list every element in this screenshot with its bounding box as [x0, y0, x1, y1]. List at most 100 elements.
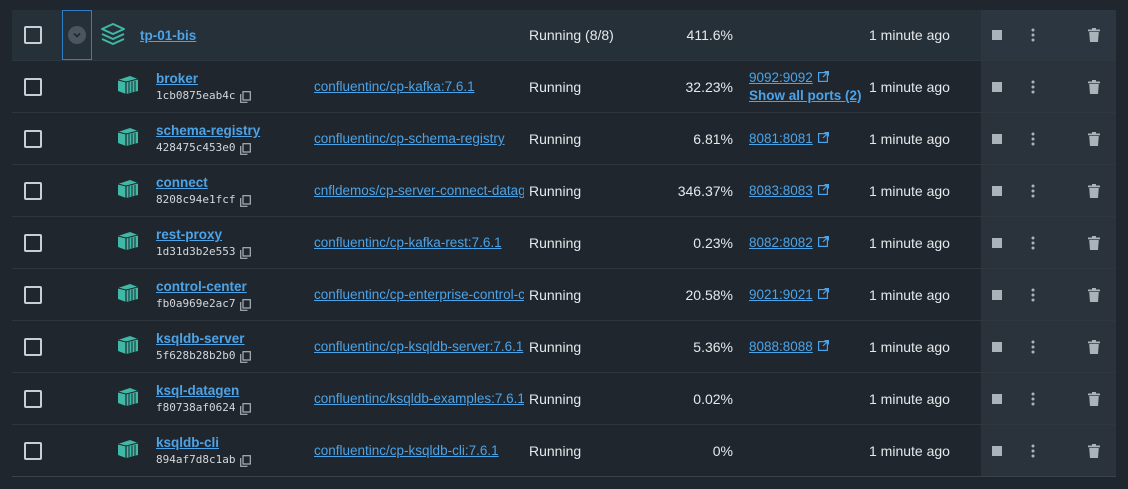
container-row: schema-registry 428475c453e0 confluentin…: [12, 113, 1116, 165]
container-row: ksqldb-cli 894af7d8c1ab confluentinc/cp-…: [12, 425, 1116, 477]
more-vertical-icon[interactable]: [1023, 181, 1043, 201]
copy-icon[interactable]: [240, 194, 252, 207]
stop-icon[interactable]: [987, 129, 1007, 149]
container-cpu: 5.36%: [693, 338, 733, 355]
stop-icon[interactable]: [987, 77, 1007, 97]
container-name-link[interactable]: rest-proxy: [156, 227, 252, 242]
more-vertical-icon[interactable]: [1023, 77, 1043, 97]
image-link[interactable]: confluentinc/cp-enterprise-control-cente…: [314, 287, 524, 302]
more-vertical-icon[interactable]: [1023, 389, 1043, 409]
container-icon: [116, 283, 140, 306]
group-expand-button[interactable]: [62, 10, 92, 60]
image-link[interactable]: confluentinc/cp-ksqldb-server:7.6.1: [314, 339, 524, 354]
copy-icon[interactable]: [240, 402, 252, 415]
more-vertical-icon[interactable]: [1023, 129, 1043, 149]
more-vertical-icon[interactable]: [1023, 233, 1043, 253]
container-cpu: 0.23%: [693, 234, 733, 251]
container-status: Running: [529, 130, 582, 147]
container-select-checkbox[interactable]: [24, 337, 42, 356]
container-select-checkbox[interactable]: [24, 77, 42, 96]
stop-icon[interactable]: [987, 389, 1007, 409]
container-icon: [116, 127, 140, 150]
group-status: Running (8/8): [529, 27, 614, 43]
trash-icon[interactable]: [1084, 389, 1104, 409]
group-last-started: 1 minute ago: [869, 27, 950, 43]
more-vertical-icon[interactable]: [1023, 25, 1043, 45]
image-link[interactable]: cnfldemos/cp-server-connect-datagen: [314, 183, 524, 198]
copy-icon[interactable]: [240, 350, 252, 363]
stop-icon[interactable]: [987, 337, 1007, 357]
more-vertical-icon[interactable]: [1023, 337, 1043, 357]
copy-icon[interactable]: [240, 142, 252, 155]
port-link[interactable]: 9021:9021: [749, 287, 861, 302]
image-link[interactable]: confluentinc/ksqldb-examples:7.6.1: [314, 391, 524, 406]
trash-icon[interactable]: [1084, 441, 1104, 461]
external-link-icon: [817, 131, 829, 146]
port-link[interactable]: 8081:8081: [749, 131, 861, 146]
container-name-link[interactable]: broker: [156, 71, 252, 86]
container-name-link[interactable]: schema-registry: [156, 123, 260, 138]
container-name-link[interactable]: ksql-datagen: [156, 383, 252, 398]
container-select-checkbox[interactable]: [24, 441, 42, 460]
image-link[interactable]: confluentinc/cp-schema-registry: [314, 131, 524, 146]
ports-cell: 8083:8083: [749, 183, 861, 198]
external-link-icon: [817, 287, 829, 302]
container-icon: [116, 75, 140, 98]
trash-icon[interactable]: [1084, 25, 1104, 45]
container-select-checkbox[interactable]: [24, 233, 42, 252]
trash-icon[interactable]: [1084, 77, 1104, 97]
container-icon: [116, 179, 140, 202]
container-cpu: 6.81%: [693, 130, 733, 147]
container-select-checkbox[interactable]: [24, 285, 42, 304]
container-row: control-center fb0a969e2ac7 confluentinc…: [12, 269, 1116, 321]
container-name-link[interactable]: control-center: [156, 279, 252, 294]
trash-icon[interactable]: [1084, 337, 1104, 357]
container-name-link[interactable]: ksqldb-server: [156, 331, 252, 346]
container-last-started: 1 minute ago: [869, 442, 950, 459]
container-id: 428475c453e0: [156, 141, 236, 154]
container-select-checkbox[interactable]: [24, 181, 42, 200]
trash-icon[interactable]: [1084, 129, 1104, 149]
container-row: broker 1cb0875eab4c confluentinc/cp-kafk…: [12, 61, 1116, 113]
container-cpu: 346.37%: [677, 182, 733, 199]
container-name-link[interactable]: ksqldb-cli: [156, 435, 252, 450]
group-select-checkbox[interactable]: [24, 26, 42, 44]
trash-icon[interactable]: [1084, 285, 1104, 305]
copy-icon[interactable]: [240, 90, 252, 103]
ports-cell: 9092:9092 Show all ports (2): [749, 70, 861, 103]
copy-icon[interactable]: [240, 246, 252, 259]
port-link[interactable]: 9092:9092: [749, 70, 861, 85]
ports-cell: 8081:8081: [749, 131, 861, 146]
container-row: rest-proxy 1d31d3b2e553 confluentinc/cp-…: [12, 217, 1116, 269]
container-select-checkbox[interactable]: [24, 129, 42, 148]
show-all-ports-link[interactable]: Show all ports (2): [749, 88, 861, 103]
container-name-link[interactable]: connect: [156, 175, 252, 190]
trash-icon[interactable]: [1084, 233, 1104, 253]
stop-icon[interactable]: [987, 285, 1007, 305]
image-link[interactable]: confluentinc/cp-ksqldb-cli:7.6.1: [314, 443, 524, 458]
container-status: Running: [529, 338, 582, 355]
group-name-link[interactable]: tp-01-bis: [140, 28, 196, 43]
container-status: Running: [529, 442, 582, 459]
container-id: f80738af0624: [156, 401, 236, 414]
copy-icon[interactable]: [240, 454, 252, 467]
port-link[interactable]: 8082:8082: [749, 235, 861, 250]
image-link[interactable]: confluentinc/cp-kafka-rest:7.6.1: [314, 235, 524, 250]
container-id: 1d31d3b2e553: [156, 245, 236, 258]
group-cpu: 411.6%: [686, 27, 733, 43]
port-link[interactable]: 8083:8083: [749, 183, 861, 198]
image-link[interactable]: confluentinc/cp-kafka:7.6.1: [314, 79, 524, 94]
stop-icon[interactable]: [987, 181, 1007, 201]
container-last-started: 1 minute ago: [869, 234, 950, 251]
port-link[interactable]: 8088:8088: [749, 339, 861, 354]
stop-icon[interactable]: [987, 441, 1007, 461]
container-row: ksqldb-server 5f628b28b2b0 confluentinc/…: [12, 321, 1116, 373]
copy-icon[interactable]: [240, 298, 252, 311]
more-vertical-icon[interactable]: [1023, 285, 1043, 305]
container-select-checkbox[interactable]: [24, 389, 42, 408]
stop-icon[interactable]: [987, 233, 1007, 253]
container-last-started: 1 minute ago: [869, 78, 950, 95]
more-vertical-icon[interactable]: [1023, 441, 1043, 461]
trash-icon[interactable]: [1084, 181, 1104, 201]
stop-icon[interactable]: [987, 25, 1007, 45]
